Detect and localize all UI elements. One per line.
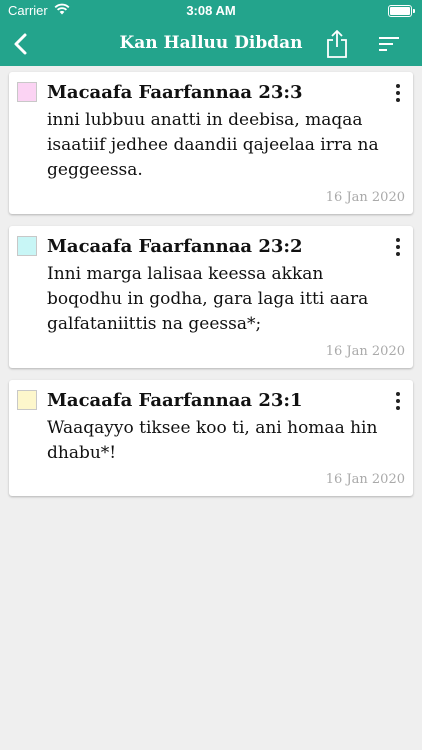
note-date: 16 Jan 2020 — [325, 344, 405, 359]
verse-reference: Macaafa Faarfannaa 23:2 — [47, 236, 303, 257]
verse-text: Inni marga lalisaa keessa akkan boqodhu … — [47, 264, 369, 334]
page-title: Kan Halluu Dibdan — [119, 33, 303, 53]
highlight-color-swatch — [17, 236, 37, 256]
more-options-icon[interactable] — [389, 82, 407, 104]
verse-text: Waaqayyo tiksee koo ti, ani homaa hin dh… — [47, 418, 378, 463]
note-card[interactable]: Macaafa Faarfannaa 23:3 inni lubbuu anat… — [9, 72, 413, 214]
note-date: 16 Jan 2020 — [325, 472, 405, 487]
status-bar: Carrier 3:08 AM — [0, 0, 422, 22]
note-card[interactable]: Macaafa Faarfannaa 23:1 Waaqayyo tiksee … — [9, 380, 413, 496]
battery-icon — [388, 5, 415, 17]
highlight-color-swatch — [17, 82, 37, 102]
sort-icon[interactable] — [376, 32, 402, 56]
verse-reference: Macaafa Faarfannaa 23:3 — [47, 82, 303, 103]
note-date: 16 Jan 2020 — [325, 190, 405, 205]
status-time: 3:08 AM — [186, 3, 236, 18]
verse-text: inni lubbuu anatti in deebisa, maqaa isa… — [47, 110, 379, 180]
navigation-bar: Kan Halluu Dibdan — [0, 22, 422, 66]
more-options-icon[interactable] — [389, 390, 407, 412]
verse-reference: Macaafa Faarfannaa 23:1 — [47, 390, 303, 411]
share-icon[interactable] — [324, 28, 350, 60]
highlight-color-swatch — [17, 390, 37, 410]
more-options-icon[interactable] — [389, 236, 407, 258]
note-card[interactable]: Macaafa Faarfannaa 23:2 Inni marga lalis… — [9, 226, 413, 368]
